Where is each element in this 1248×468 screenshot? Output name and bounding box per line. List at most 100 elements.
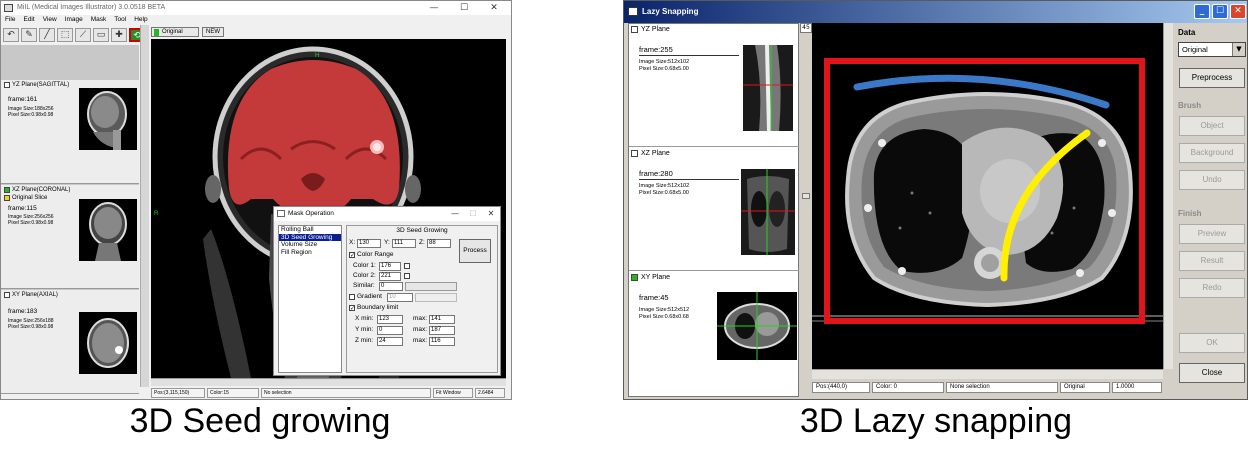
lazy-plane-xz-size: Image Size:512x102	[639, 183, 690, 189]
gradient-input[interactable]: 10	[387, 293, 413, 302]
pencil-icon[interactable]: ✎	[21, 28, 37, 42]
dialog-minimize-button[interactable]: —	[446, 207, 464, 221]
panel-splitter[interactable]	[140, 25, 149, 387]
color1-input[interactable]: 176	[379, 262, 401, 271]
op-fill-region[interactable]: Fill Region	[279, 249, 341, 257]
plane-xy-checkbox[interactable]	[4, 292, 10, 298]
ct-hscroll[interactable]	[812, 369, 1163, 379]
seed-y-input[interactable]: 111	[392, 239, 416, 248]
plane-xz-frame: frame:115	[8, 205, 37, 212]
op-volume-size[interactable]: Volume Size	[279, 241, 341, 249]
xmax-input[interactable]: 141	[429, 315, 455, 324]
plane-xz-sub: Original Slice	[12, 195, 48, 201]
lazy-minimize-button[interactable]: _	[1194, 4, 1210, 19]
dialog-maximize-button[interactable]: ☐	[464, 207, 482, 221]
lazy-control-panel: Data Original ▼ Preprocess Brush Object …	[1176, 23, 1247, 397]
lazy-plane-xy-pixel: Pixel Size:0.68x0.68	[639, 313, 689, 320]
ymax-input[interactable]: 187	[429, 326, 455, 335]
color1-swatch[interactable]	[404, 263, 410, 269]
undo-icon[interactable]: ↶	[3, 28, 19, 42]
viewer-hscroll[interactable]	[151, 378, 506, 386]
color-range-checkbox[interactable]: ✓	[349, 252, 355, 259]
close-dialog-button[interactable]: Close	[1179, 363, 1245, 383]
plane-xz-checkbox[interactable]	[4, 187, 10, 193]
fit-window-select[interactable]: Fit Window	[433, 388, 473, 398]
menu-view[interactable]: View	[43, 15, 57, 25]
lazy-plane-xy-checkbox[interactable]	[631, 274, 638, 281]
gradient-slider[interactable]	[415, 293, 457, 302]
zmax-input[interactable]: 116	[429, 337, 455, 346]
lazy-plane-xz[interactable]: XZ Plane frame:280 Image Size:512x102 Pix…	[629, 148, 799, 271]
splitter-handle[interactable]	[802, 193, 810, 199]
status-selection: No selection	[261, 388, 431, 398]
menu-help[interactable]: Help	[134, 15, 147, 25]
lazy-maximize-button[interactable]: ☐	[1212, 4, 1228, 19]
ct-vscroll[interactable]	[1163, 23, 1173, 369]
menu-edit[interactable]: Edit	[23, 15, 34, 25]
select-rect-icon[interactable]: ⬚	[57, 28, 73, 42]
seed-z-input[interactable]: 88	[427, 239, 451, 248]
lazy-view-select[interactable]: Original	[1060, 382, 1110, 393]
boundary-limit-checkbox[interactable]: ✓	[349, 305, 355, 312]
menubar: File Edit View Image Mask Tool Help	[1, 15, 511, 25]
zmin-input[interactable]: 24	[377, 337, 403, 346]
close-button[interactable]: ✕	[479, 1, 509, 15]
object-brush-button[interactable]: Object	[1179, 116, 1245, 136]
color2-input[interactable]: 221	[379, 272, 401, 281]
axial-ct-image	[812, 58, 1163, 324]
menu-mask[interactable]: Mask	[91, 15, 107, 25]
plane-xz-thumbnail	[79, 199, 137, 261]
data-select[interactable]: Original ▼	[1178, 42, 1246, 57]
redo-button[interactable]: Redo	[1179, 278, 1245, 298]
plane-yz-title: YZ Plane(SAGITTAL)	[12, 82, 70, 88]
orientation-top-label: H	[315, 53, 320, 59]
lazy-plane-yz-checkbox[interactable]	[631, 26, 638, 33]
preview-button[interactable]: Preview	[1179, 224, 1245, 244]
dialog-close-button[interactable]: ✕	[482, 207, 500, 221]
plane-yz-checkbox[interactable]	[4, 82, 10, 88]
lazy-splitter[interactable]: 45	[800, 23, 812, 397]
tab-new[interactable]: NEW	[202, 27, 224, 37]
plane-yz[interactable]: YZ Plane(SAGITTAL) frame:161 Image Size:…	[1, 80, 139, 184]
color2-swatch[interactable]	[404, 273, 410, 279]
lazy-close-button[interactable]: ✕	[1230, 4, 1246, 19]
brush-icon[interactable]: ╱	[39, 28, 55, 42]
lazy-plane-xz-checkbox[interactable]	[631, 150, 638, 157]
similar-slider[interactable]	[405, 282, 457, 291]
minimize-button[interactable]: —	[419, 1, 449, 15]
rect-icon[interactable]: ▭	[93, 28, 109, 42]
menu-file[interactable]: File	[5, 15, 15, 25]
plane-xy[interactable]: XY Plane(AXIAL) frame:183 Image Size:256…	[1, 290, 139, 394]
lazy-zoom-field[interactable]: 1.0000	[1112, 382, 1162, 393]
similar-input[interactable]: 0	[379, 282, 403, 291]
zoom-field[interactable]: 2.6484	[475, 388, 505, 398]
operation-list[interactable]: Rolling Ball 3D Seed Growing Volume Size…	[278, 225, 342, 373]
wand-icon[interactable]: ⟋	[75, 28, 91, 42]
xmin-input[interactable]: 123	[377, 315, 403, 324]
seed-x-input[interactable]: 130	[357, 239, 381, 248]
menu-image[interactable]: Image	[65, 15, 83, 25]
cross-icon[interactable]: ✚	[111, 28, 127, 42]
ct-viewer[interactable]	[812, 23, 1163, 369]
tab-original[interactable]: Original	[151, 27, 199, 37]
result-button[interactable]: Result	[1179, 251, 1245, 271]
background-brush-button[interactable]: Background	[1179, 143, 1245, 163]
mil-window: MiIL (Medical Images Illustrator) 3.0.05…	[0, 0, 512, 400]
mask-dialog-title: Mask Operation	[288, 210, 334, 217]
lazy-plane-yz-pixel: Pixel Size:0.68x5.00	[639, 65, 689, 72]
gradient-checkbox[interactable]	[349, 294, 355, 300]
menu-tool[interactable]: Tool	[114, 15, 126, 25]
ok-button[interactable]: OK	[1179, 333, 1245, 353]
maximize-button[interactable]: ☐	[449, 1, 479, 15]
op-3d-seed-growing[interactable]: 3D Seed Growing	[279, 233, 341, 241]
original-slice-indicator	[4, 195, 10, 201]
plane-xz[interactable]: XZ Plane(CORONAL) Original Slice frame:1…	[1, 185, 139, 289]
op-rolling-ball[interactable]: Rolling Ball	[279, 226, 341, 234]
chevron-down-icon[interactable]: ▼	[1232, 43, 1245, 56]
lazy-plane-yz[interactable]: YZ Plane frame:255 Image Size:512x102 Pix…	[629, 24, 799, 147]
lazy-plane-xy[interactable]: XY Plane frame:45 Image Size:512x512 Pixe…	[629, 272, 799, 395]
process-button[interactable]: Process	[459, 239, 491, 263]
preprocess-button[interactable]: Preprocess	[1179, 68, 1245, 88]
undo-button[interactable]: Undo	[1179, 170, 1245, 190]
ymin-input[interactable]: 0	[377, 326, 403, 335]
